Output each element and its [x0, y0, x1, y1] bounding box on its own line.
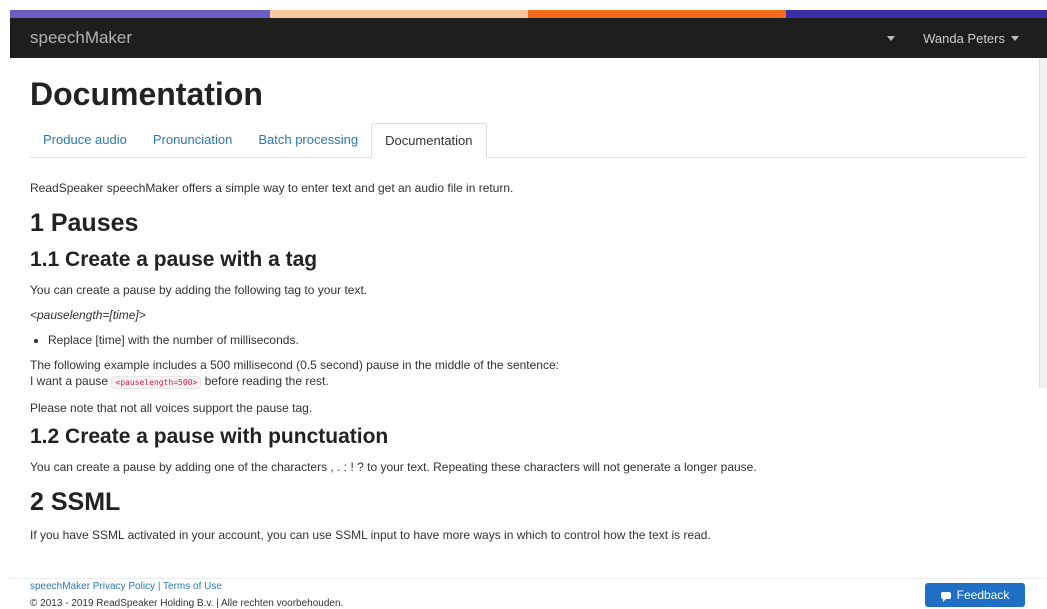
intro-text: ReadSpeaker speechMaker offers a simple …	[30, 181, 514, 195]
privacy-policy-link[interactable]: speechMaker Privacy Policy	[30, 581, 155, 592]
example-post: before reading the rest.	[201, 374, 329, 388]
example-pre: I want a pause	[30, 374, 112, 388]
copyright-text: © 2013 - 2019 ReadSpeaker Holding B.v. |…	[30, 598, 344, 609]
paragraph: Please note that not all voices support …	[30, 401, 313, 415]
main-content: Documentation Produce audio Pronunciatio…	[10, 58, 1047, 578]
tab-produce-audio[interactable]: Produce audio	[30, 123, 140, 157]
navbar: speechMaker Wanda Peters	[10, 18, 1047, 58]
dropdown-caret-icon[interactable]	[887, 35, 896, 41]
section-heading-ssml: 2 SSML	[30, 488, 121, 516]
pause-tag-text: <pauselength=[time]>	[30, 308, 146, 322]
stripe-segment	[10, 10, 270, 18]
pause-tag-syntax: <pauselength=[time]>	[30, 307, 1026, 323]
stripe-segment	[528, 10, 786, 18]
brand-link[interactable]: speechMaker	[30, 28, 132, 48]
example-sentence: I want a pause <pauselength=500> before …	[30, 373, 1026, 391]
tab-bar: Produce audio Pronunciation Batch proces…	[30, 123, 1026, 158]
subsection-heading-pause-tag: 1.1 Create a pause with a tag	[30, 248, 318, 271]
subsection-heading-punctuation: 1.2 Create a pause with punctuation	[30, 425, 389, 448]
user-menu[interactable]: Wanda Peters	[923, 31, 1019, 46]
example-code: <pauselength=500>	[111, 376, 202, 389]
paragraph: You can create a pause by adding one of …	[30, 460, 757, 474]
paragraph: You can create a pause by adding the fol…	[30, 283, 368, 297]
section-heading-pauses: 1 Pauses	[30, 209, 139, 237]
tab-pronunciation[interactable]: Pronunciation	[140, 123, 246, 157]
list-item: Replace [time] with the number of millis…	[48, 332, 1026, 348]
footer: speechMaker Privacy Policy | Terms of Us…	[10, 578, 1047, 609]
footer-links: speechMaker Privacy Policy | Terms of Us…	[30, 581, 222, 592]
bullet-list: Replace [time] with the number of millis…	[30, 332, 1026, 348]
terms-of-use-link[interactable]: Terms of Use	[163, 581, 222, 592]
tab-batch-processing[interactable]: Batch processing	[245, 123, 371, 157]
footer-separator: |	[155, 581, 164, 592]
comment-icon	[940, 591, 951, 602]
user-name: Wanda Peters	[923, 30, 1005, 46]
feedback-label: Feedback	[956, 588, 1010, 602]
feedback-button[interactable]: Feedback	[925, 583, 1025, 607]
stripe-segment	[270, 10, 528, 18]
paragraph: The following example includes a 500 mil…	[30, 358, 559, 372]
chevron-down-icon	[1011, 35, 1019, 41]
tab-documentation[interactable]: Documentation	[371, 123, 487, 158]
scrollbar[interactable]	[1039, 58, 1047, 388]
paragraph: If you have SSML activated in your accou…	[30, 528, 711, 542]
top-color-stripe	[10, 10, 1047, 18]
stripe-segment	[786, 10, 1047, 18]
page-title: Documentation	[30, 76, 263, 112]
navbar-right: Wanda Peters	[887, 31, 1019, 46]
